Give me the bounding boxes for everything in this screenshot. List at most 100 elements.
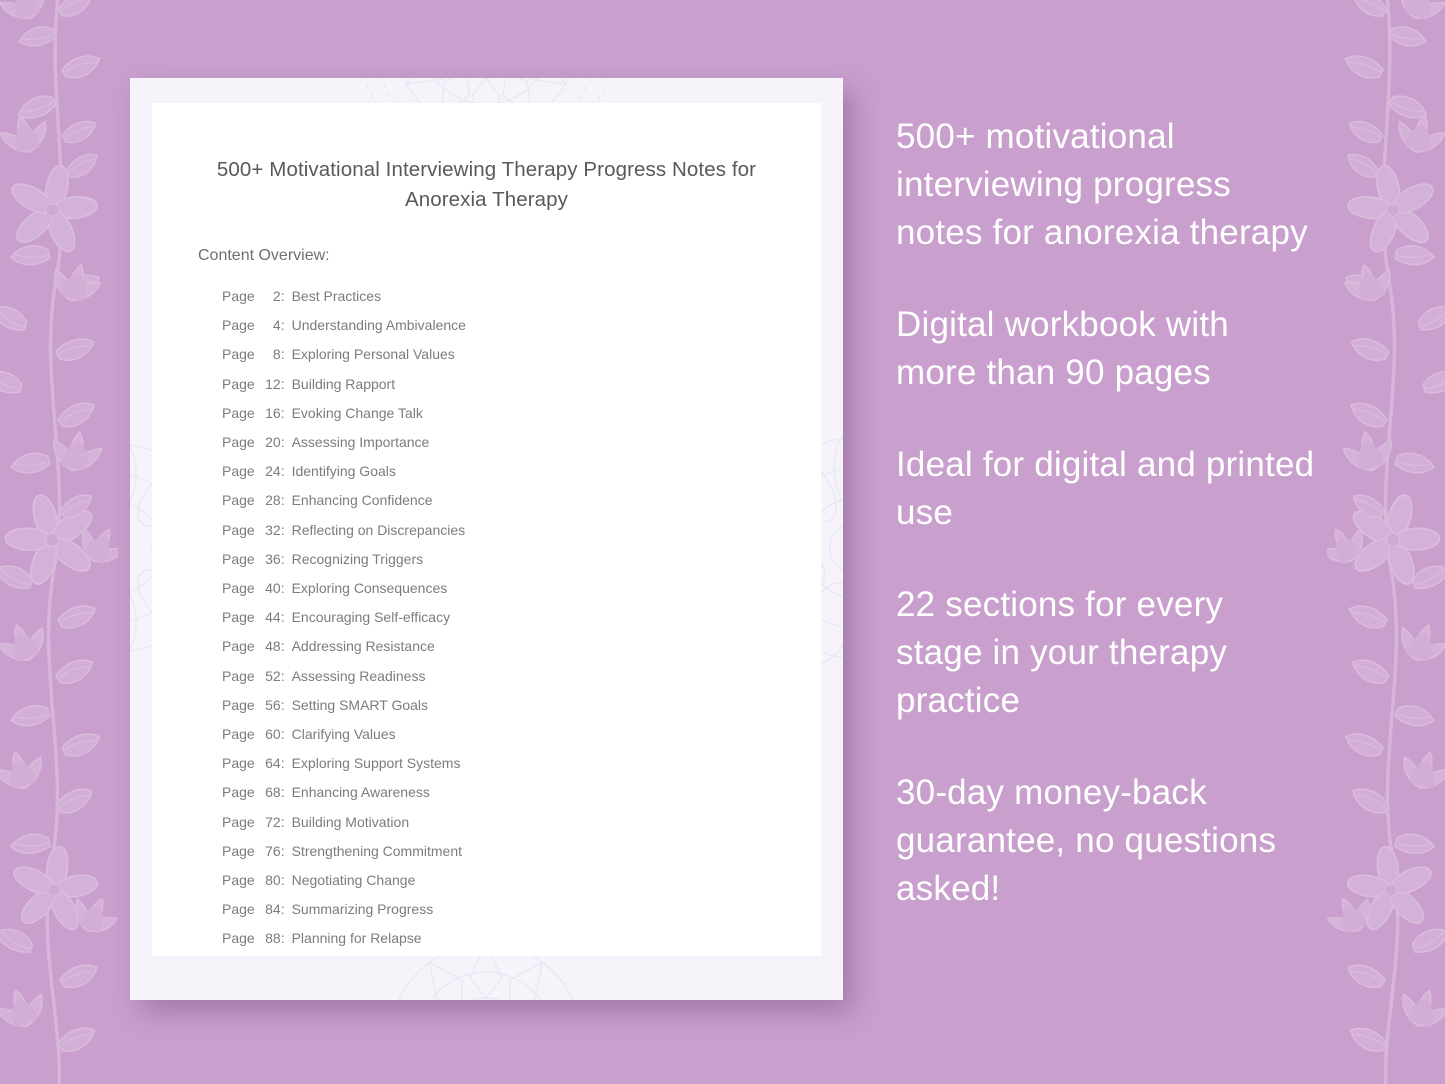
toc-colon: : xyxy=(280,872,285,889)
toc-page-word: Page xyxy=(222,288,255,304)
toc-section-title: Exploring Personal Values xyxy=(291,346,455,363)
toc-colon: : xyxy=(280,550,285,567)
marketing-bullet: Ideal for digital and printed use xyxy=(896,445,1315,532)
toc-page-word: Page xyxy=(222,580,255,597)
toc-page-number: 24 xyxy=(265,463,281,480)
toc-section-title: Best Practices xyxy=(291,288,382,304)
toc-page-word: Page xyxy=(222,550,255,567)
toc-section-title: Recognizing Triggers xyxy=(291,550,424,567)
toc-row: Page 28: Enhancing Confidence xyxy=(222,486,821,515)
toc-row: Page 60: Clarifying Values xyxy=(222,720,821,749)
marketing-bullet: 22 sections for every stage in your ther… xyxy=(896,585,1228,720)
toc-page-number: 92 xyxy=(255,954,281,956)
toc-row: Page 64: Exploring Support Systems xyxy=(222,749,821,778)
toc-section-title: Setting SMART Goals xyxy=(291,696,429,713)
toc-colon: : xyxy=(280,901,285,918)
toc-row: Page 72: Building Motivation xyxy=(222,808,821,837)
toc-page-number: 52 xyxy=(265,667,281,684)
toc-section-title: Enhancing Confidence xyxy=(291,492,433,509)
toc-colon: : xyxy=(280,842,285,859)
toc-page-word: Page xyxy=(222,726,255,743)
toc-section-title: Summarizing Progress xyxy=(291,901,434,918)
toc-colon: : xyxy=(281,954,292,956)
toc-section-title: Identifying Goals xyxy=(291,463,396,480)
toc-colon: : xyxy=(280,288,285,304)
marketing-bullet: 500+ motivational interviewing progress … xyxy=(896,117,1308,252)
toc-page-word: Page xyxy=(222,667,255,684)
toc-row: Page 76: Strengthening Commitment xyxy=(222,837,821,866)
toc-row: Page 56: Setting SMART Goals xyxy=(222,691,821,720)
toc-row: Page 84: Summarizing Progress xyxy=(222,895,821,924)
toc-page-number: 76 xyxy=(265,842,281,859)
marketing-bullet: 30-day money-back guarantee, no question… xyxy=(896,773,1277,908)
product-page-card: 500+ Motivational Interviewing Therapy P… xyxy=(130,78,843,1000)
toc-section-title: Assessing Readiness xyxy=(291,667,426,684)
toc-page-word: Page xyxy=(222,696,255,713)
toc-section-title: Exploring Consequences xyxy=(291,580,448,597)
toc-section-title: Understanding Ambivalence xyxy=(291,317,466,334)
toc-section-title: Exploring Support Systems xyxy=(291,755,461,772)
toc-page-word: Page xyxy=(222,842,255,859)
toc-page-word: Page xyxy=(222,784,255,801)
toc-colon: : xyxy=(280,667,285,684)
toc-page-number: 64 xyxy=(265,755,281,772)
toc-section-title: Addressing Resistance xyxy=(291,638,435,655)
toc-row: Page 52: Assessing Readiness xyxy=(222,662,821,691)
toc-page-word: Page xyxy=(222,317,255,334)
document-title: 500+ Motivational Interviewing Therapy P… xyxy=(216,158,757,211)
toc-page-number: 12 xyxy=(265,375,281,392)
toc-row: Page 12: Building Rapport xyxy=(222,370,821,399)
toc-row: Page 8: Exploring Personal Values xyxy=(222,340,821,369)
toc-page-number: 36 xyxy=(265,550,281,567)
toc-page-number: 20 xyxy=(265,434,281,451)
toc-section-title: Strengthening Commitment xyxy=(291,842,463,859)
toc-colon: : xyxy=(280,375,285,392)
toc-page-word: Page xyxy=(222,930,255,947)
document-sheet: 500+ Motivational Interviewing Therapy P… xyxy=(152,103,821,956)
toc-page-number: 44 xyxy=(265,609,281,626)
toc-page-number: 48 xyxy=(265,638,281,655)
toc-colon: : xyxy=(280,726,285,743)
toc-row: Page 4: Understanding Ambivalence xyxy=(222,311,821,340)
toc-colon: : xyxy=(280,492,285,509)
toc-row: Page 16: Evoking Change Talk xyxy=(222,399,821,428)
toc-page-word: Page xyxy=(222,434,255,451)
toc-section-title: Planning for Relapse xyxy=(291,930,422,947)
toc-section-title: Clarifying Values xyxy=(291,726,396,743)
toc-colon: : xyxy=(280,784,285,801)
toc-page-word: Page xyxy=(222,813,255,830)
toc-page-word: Page xyxy=(222,346,255,363)
right-floral-border xyxy=(1327,0,1445,1084)
toc-row: Page 2: Best Practices xyxy=(222,282,821,311)
marketing-bullet-list: 500+ motivational interviewing progress … xyxy=(896,113,1316,913)
toc-row: Page 24: Identifying Goals xyxy=(222,457,821,486)
toc-page-word: Page xyxy=(222,492,255,509)
toc-row: Page 44: Encouraging Self-efficacy xyxy=(222,603,821,632)
toc-page-word: Page xyxy=(222,375,255,392)
toc-row: Page 88: Planning for Relapse xyxy=(222,924,821,953)
toc-page-number: 16 xyxy=(265,404,281,421)
toc-section-title: Assessing Importance xyxy=(291,434,430,451)
toc-colon: : xyxy=(280,609,285,626)
toc-page-number: 84 xyxy=(265,901,281,918)
toc-page-word: Page xyxy=(222,901,255,918)
toc-section-title: Encouraging Self-efficacy xyxy=(291,609,451,626)
toc-page-number: 80 xyxy=(265,872,281,889)
toc-colon: : xyxy=(280,755,285,772)
left-floral-border xyxy=(0,0,118,1084)
toc-page-number: 4 xyxy=(272,317,281,334)
toc-section-title: Evoking Change Talk xyxy=(291,404,423,421)
toc-page-number: 56 xyxy=(265,696,281,713)
toc-page-word: Page xyxy=(222,463,255,480)
toc-page-word: Page xyxy=(222,609,255,626)
toc-row: Page 92:Notes Template xyxy=(222,954,821,956)
toc-row: Page 32: Reflecting on Discrepancies xyxy=(222,516,821,545)
toc-section-title: Negotiating Change xyxy=(291,872,416,889)
toc-section-title: Enhancing Awareness xyxy=(291,784,430,801)
toc-page-number: 8 xyxy=(272,346,281,363)
toc-section-title: Notes Template xyxy=(292,954,389,956)
toc-page-number: 68 xyxy=(265,784,281,801)
toc-page-number: 60 xyxy=(265,726,281,743)
toc-page-word: Page xyxy=(222,404,255,421)
marketing-bullet: Digital workbook with more than 90 pages xyxy=(896,305,1229,392)
